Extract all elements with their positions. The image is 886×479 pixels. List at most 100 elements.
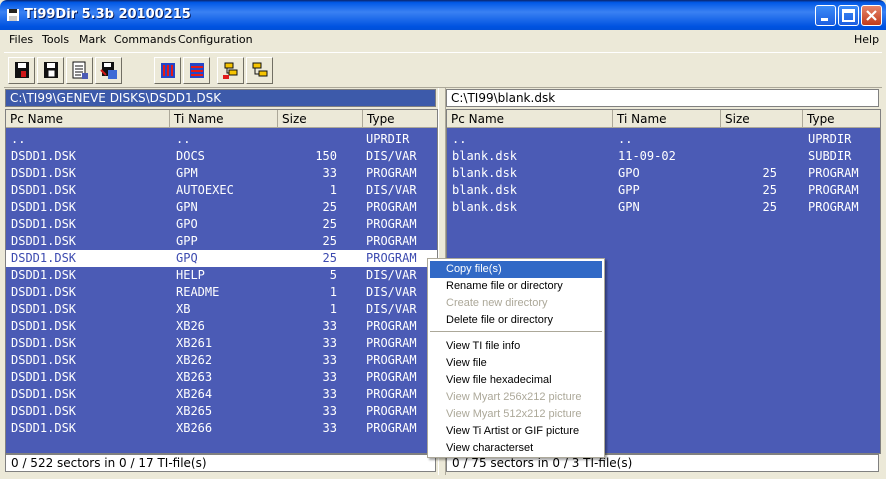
type-cell: PROGRAM	[366, 404, 417, 418]
close-button[interactable]	[861, 5, 882, 26]
left-path[interactable]: C:\TI99\GENEVE DISKS\DSDD1.DSK	[5, 89, 436, 107]
ctx-item-view-ti-artist-or-gif-picture[interactable]: View Ti Artist or GIF picture	[430, 423, 602, 440]
type-cell: SUBDIR	[808, 149, 852, 163]
menu-tools[interactable]: Tools	[42, 33, 69, 46]
ti-name-cell: ..	[618, 132, 633, 146]
tool-button-2[interactable]	[37, 57, 64, 84]
left-status: 0 / 522 sectors in 0 / 17 TI-file(s)	[5, 454, 436, 472]
size-cell: 25	[762, 166, 777, 180]
file-row[interactable]: blank.dsk 11-09-02 SUBDIR	[447, 148, 880, 165]
file-row[interactable]: DSDD1.DSK XB262 33 PROGRAM	[6, 352, 437, 369]
folder-tree-icon	[223, 62, 238, 79]
file-row[interactable]: DSDD1.DSK GPQ 25 PROGRAM	[6, 250, 437, 267]
type-cell: DIS/VAR	[366, 285, 417, 299]
menu-commands[interactable]: Commands	[114, 33, 176, 46]
ti-name-cell: GPN	[618, 200, 640, 214]
file-row[interactable]: blank.dsk GPP 25 PROGRAM	[447, 182, 880, 199]
pc-name-cell: DSDD1.DSK	[11, 285, 77, 299]
file-row[interactable]: DSDD1.DSK GPM 33 PROGRAM	[6, 165, 437, 182]
file-row[interactable]: DSDD1.DSK DOCS 150 DIS/VAR	[6, 148, 437, 165]
file-row[interactable]: DSDD1.DSK GPP 25 PROGRAM	[6, 233, 437, 250]
size-cell: 1	[329, 183, 337, 197]
pc-name-cell: DSDD1.DSK	[11, 166, 77, 180]
left-file-list[interactable]: Pc Name Ti Name Size Type .... UPRDIR DSDD…	[5, 109, 438, 454]
ti-name-cell: GPP	[176, 234, 198, 248]
ti-name-cell: GPQ	[176, 251, 198, 265]
left-col-size[interactable]: Size	[278, 110, 363, 128]
tool-button-1[interactable]	[8, 57, 35, 84]
disk-red-icon	[15, 62, 29, 78]
size-cell: 25	[322, 251, 337, 265]
file-row[interactable]: DSDD1.DSK XB26 33 PROGRAM	[6, 318, 437, 335]
file-row[interactable]: DSDD1.DSK HELP 5 DIS/VAR	[6, 267, 437, 284]
left-col-pc-name[interactable]: Pc Name	[6, 110, 170, 128]
ctx-item-view-file-hexadecimal[interactable]: View file hexadecimal	[430, 372, 602, 389]
ctx-item-view-characterset[interactable]: View characterset	[430, 440, 602, 457]
menu-files[interactable]: Files	[9, 33, 33, 46]
file-row[interactable]: .... UPRDIR	[447, 131, 880, 148]
type-cell: PROGRAM	[366, 234, 417, 248]
left-col-ti-name[interactable]: Ti Name	[170, 110, 278, 128]
menu-help[interactable]: Help	[854, 33, 879, 46]
menu-configuration[interactable]: Configuration	[178, 33, 253, 46]
maximize-icon	[842, 9, 855, 22]
file-row[interactable]: DSDD1.DSK GPO 25 PROGRAM	[6, 216, 437, 233]
menu-mark[interactable]: Mark	[79, 33, 106, 46]
file-row[interactable]: .... UPRDIR	[6, 131, 437, 148]
pc-name-cell: DSDD1.DSK	[11, 353, 77, 367]
right-col-pc-name[interactable]: Pc Name	[447, 110, 613, 128]
file-row[interactable]: DSDD1.DSK GPN 25 PROGRAM	[6, 199, 437, 216]
file-row[interactable]: DSDD1.DSK XB266 33 PROGRAM	[6, 420, 437, 437]
pc-name-cell: DSDD1.DSK	[11, 234, 77, 248]
file-row[interactable]: DSDD1.DSK XB264 33 PROGRAM	[6, 386, 437, 403]
ctx-item-copy-file-s[interactable]: Copy file(s)	[430, 261, 602, 278]
pc-name-cell: DSDD1.DSK	[11, 387, 77, 401]
menu-bar: Files Tools Mark Commands Configuration …	[4, 30, 882, 50]
ti-name-cell: README	[176, 285, 220, 299]
ti-name-cell: GPM	[176, 166, 198, 180]
left-col-type[interactable]: Type	[363, 110, 437, 128]
ti-name-cell: AUTOEXEC	[176, 183, 234, 197]
size-cell: 25	[322, 234, 337, 248]
size-cell: 5	[329, 268, 337, 282]
file-row[interactable]: DSDD1.DSK XB261 33 PROGRAM	[6, 335, 437, 352]
tool-button-8[interactable]	[246, 57, 273, 84]
maximize-button[interactable]	[838, 5, 859, 26]
right-path[interactable]: C:\TI99\blank.dsk	[446, 89, 879, 107]
right-col-size[interactable]: Size	[721, 110, 803, 128]
size-cell: 25	[322, 200, 337, 214]
ctx-item-view-ti-file-info[interactable]: View TI file info	[430, 338, 602, 355]
tool-button-4[interactable]	[95, 57, 122, 84]
pc-name-cell: DSDD1.DSK	[11, 183, 77, 197]
file-row[interactable]: DSDD1.DSK XB265 33 PROGRAM	[6, 403, 437, 420]
file-row[interactable]: DSDD1.DSK XB 1 DIS/VAR	[6, 301, 437, 318]
file-row[interactable]: DSDD1.DSK README 1 DIS/VAR	[6, 284, 437, 301]
type-cell: DIS/VAR	[366, 149, 417, 163]
ctx-item-delete-file-or-directory[interactable]: Delete file or directory	[430, 312, 602, 329]
ti-name-cell: ..	[176, 132, 191, 146]
tool-button-5[interactable]	[154, 57, 181, 84]
pc-name-cell: blank.dsk	[452, 183, 518, 197]
type-cell: UPRDIR	[808, 132, 852, 146]
ctx-item-view-file[interactable]: View file	[430, 355, 602, 372]
size-cell: 150	[315, 149, 337, 163]
tool-button-3[interactable]	[66, 57, 93, 84]
tool-button-6[interactable]	[183, 57, 210, 84]
right-col-ti-name[interactable]: Ti Name	[613, 110, 721, 128]
tool-button-7[interactable]	[217, 57, 244, 84]
file-row[interactable]: blank.dsk GPN 25 PROGRAM	[447, 199, 880, 216]
size-cell: 1	[329, 285, 337, 299]
file-row[interactable]: DSDD1.DSK AUTOEXEC 1 DIS/VAR	[6, 182, 437, 199]
file-row[interactable]: blank.dsk GPO 25 PROGRAM	[447, 165, 880, 182]
type-cell: PROGRAM	[366, 217, 417, 231]
file-row[interactable]: DSDD1.DSK XB263 33 PROGRAM	[6, 369, 437, 386]
ti-name-cell: GPO	[618, 166, 640, 180]
ctx-item-rename-file-or-directory[interactable]: Rename file or directory	[430, 278, 602, 295]
disk-grid-icon	[44, 62, 58, 78]
pc-name-cell: ..	[452, 132, 467, 146]
minimize-button[interactable]	[815, 5, 836, 26]
file-list-icon	[72, 61, 88, 79]
right-col-type[interactable]: Type	[803, 110, 880, 128]
close-icon	[866, 10, 877, 21]
ti-name-cell: XB263	[176, 370, 213, 384]
